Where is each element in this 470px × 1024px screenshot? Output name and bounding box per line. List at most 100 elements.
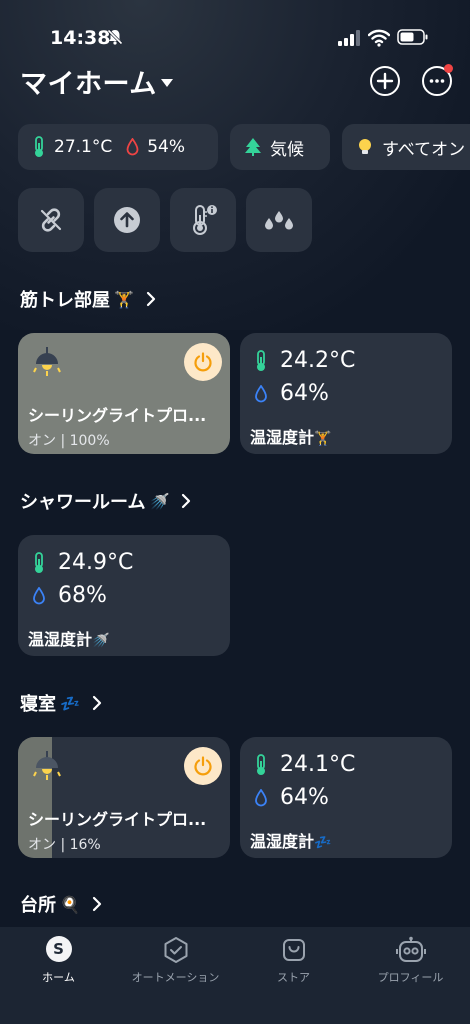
all-on-chip[interactable]: すべてオン <box>342 124 470 170</box>
sensor-humidity: 64% <box>280 785 329 810</box>
cellular-signal-icon <box>338 30 360 46</box>
sensor-humidity: 68% <box>58 583 107 608</box>
light-name: シーリングライトプロ... <box>28 810 207 829</box>
section-title-emoji: 🚿 <box>149 491 170 511</box>
chevron-right-icon <box>92 695 102 711</box>
climate-chip[interactable]: 気候 <box>230 124 330 170</box>
profile-robot-icon <box>395 936 426 962</box>
climate-summary-chip[interactable]: 27.1°C 54% <box>18 124 218 170</box>
section-title-emoji: 💤 <box>60 693 80 713</box>
link-off-icon <box>40 208 62 232</box>
thermometer-icon <box>35 551 43 573</box>
sensor-temperature: 24.1°C <box>280 752 356 777</box>
light-card-gym[interactable]: シーリングライトプロ... オン | 100% <box>18 333 230 454</box>
status-time: 14:38 <box>50 27 111 49</box>
add-button[interactable] <box>370 66 400 96</box>
light-status: オン | 16% <box>28 837 101 853</box>
sensor-label-emoji: 🏋️ <box>314 431 332 447</box>
tab-profile[interactable]: プロフィール <box>352 927 469 1024</box>
water-drops-icon <box>265 211 293 230</box>
sensor-temp-row: 24.2°C <box>254 348 355 373</box>
water-drop-icon <box>255 788 267 806</box>
thermometer-info-button[interactable] <box>170 188 236 252</box>
power-icon <box>194 756 212 776</box>
sensor-label-text: 温湿度計 <box>250 428 315 447</box>
sensor-humidity-row: 68% <box>32 583 107 608</box>
caret-down-icon[interactable] <box>160 78 174 88</box>
home-title[interactable]: マイホーム <box>20 62 157 101</box>
sensor-card-bedroom[interactable]: 24.1°C 64% 温湿度計💤 <box>240 737 452 858</box>
wifi-icon <box>368 29 390 47</box>
power-icon <box>194 352 212 372</box>
plus-icon <box>376 72 394 90</box>
bottom-tab-bar: S ホーム オートメーション ストア プロフィール <box>0 927 470 1024</box>
chip-humidity: 54% <box>147 137 186 157</box>
section-title-emoji: 🍳 <box>60 894 80 914</box>
sensor-temperature: 24.9°C <box>58 550 134 575</box>
bell-off-icon <box>107 29 123 45</box>
thermometer-info-icon <box>193 205 217 235</box>
sensor-temp-row: 24.1°C <box>254 752 355 777</box>
sensor-humidity-row: 64% <box>254 381 329 406</box>
battery-icon <box>397 29 428 45</box>
light-bulb-icon <box>359 139 371 154</box>
sensor-label-emoji: 🚿 <box>92 633 110 649</box>
sensor-label-text: 温湿度計 <box>28 630 93 649</box>
store-bag-icon <box>282 939 305 961</box>
sensor-card-shower[interactable]: 24.9°C 68% 温湿度計🚿 <box>18 535 230 656</box>
sensor-label-text: 温湿度計 <box>250 832 315 851</box>
sensor-humidity: 64% <box>280 381 329 406</box>
tab-store[interactable]: ストア <box>235 927 352 1024</box>
chevron-right-icon <box>182 493 191 509</box>
chip-temperature: 27.1°C <box>54 137 113 157</box>
section-title-label: 寝室 <box>20 694 56 715</box>
power-button[interactable] <box>184 343 222 381</box>
humidity-button[interactable] <box>246 188 312 252</box>
thermometer-icon <box>35 136 43 157</box>
tab-profile-label: プロフィール <box>377 971 444 984</box>
sensor-card-gym[interactable]: 24.2°C 64% 温湿度計🏋️ <box>240 333 452 454</box>
tab-home[interactable]: S ホーム <box>0 927 117 1024</box>
upload-button[interactable] <box>94 188 160 252</box>
sensor-label-emoji: 💤 <box>314 835 332 851</box>
section-title-label: 台所 <box>20 895 56 916</box>
section-title-kitchen[interactable]: 台所 🍳 <box>20 891 102 917</box>
chip-climate-label: 気候 <box>270 139 304 160</box>
tab-automation-label: オートメーション <box>131 971 220 984</box>
tab-automation[interactable]: オートメーション <box>117 927 234 1024</box>
section-title-label: シャワールーム <box>20 492 146 513</box>
thermometer-icon <box>257 349 265 371</box>
automation-check-icon <box>164 937 187 963</box>
sensor-humidity-row: 64% <box>254 785 329 810</box>
chevron-right-icon <box>92 896 102 912</box>
tab-store-label: ストア <box>277 971 310 984</box>
humidity-drop-icon <box>126 138 139 156</box>
sensor-label: 温湿度計💤 <box>250 828 331 852</box>
ceiling-light-icon <box>33 751 61 780</box>
sensor-label: 温湿度計🏋️ <box>250 424 331 448</box>
sensor-label: 温湿度計🚿 <box>28 626 109 650</box>
section-title-shower[interactable]: シャワールーム 🚿 <box>20 488 191 514</box>
tree-icon <box>245 138 261 156</box>
ceiling-light-icon <box>33 347 61 376</box>
chip-all-on-label: すべてオン <box>382 139 466 160</box>
water-drop-icon <box>33 586 45 604</box>
light-name: シーリングライトプロ... <box>28 406 207 425</box>
light-status: オン | 100% <box>28 433 110 449</box>
water-drop-icon <box>255 384 267 402</box>
home-s-icon: S <box>45 936 72 962</box>
section-title-gym[interactable]: 筋トレ部屋 🏋️ <box>20 286 156 312</box>
light-card-bedroom[interactable]: シーリングライトプロ... オン | 16% <box>18 737 230 858</box>
thermometer-icon <box>257 753 265 775</box>
chevron-right-icon <box>146 291 156 307</box>
sensor-temperature: 24.2°C <box>280 348 356 373</box>
power-button[interactable] <box>184 747 222 785</box>
link-off-button[interactable] <box>18 188 84 252</box>
arrow-up-circle-icon <box>114 207 140 233</box>
section-title-label: 筋トレ部屋 <box>20 290 110 311</box>
notification-dot <box>444 64 453 73</box>
sensor-temp-row: 24.9°C <box>32 550 133 575</box>
section-title-bedroom[interactable]: 寝室 💤 <box>20 690 102 716</box>
tab-home-label: ホーム <box>42 971 75 984</box>
section-title-emoji: 🏋️ <box>114 289 134 309</box>
